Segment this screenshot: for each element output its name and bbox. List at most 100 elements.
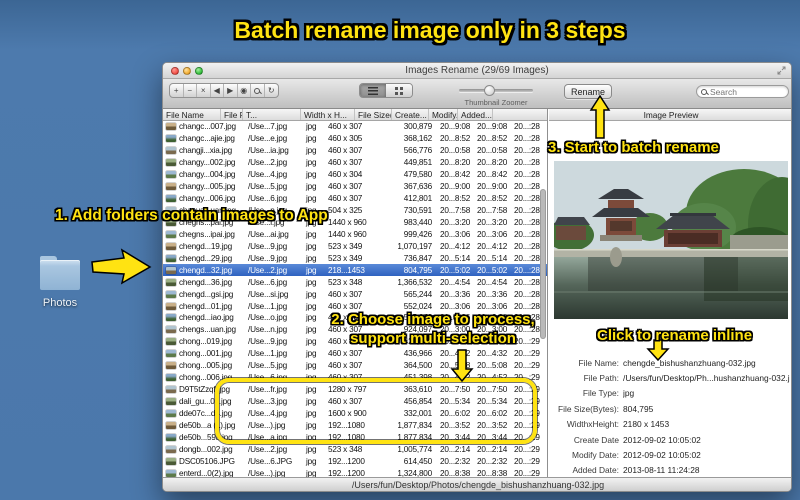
table-row[interactable]: DSC05106.JPG /Use...6.JPG jpg 192...1200…: [163, 455, 547, 468]
table-row[interactable]: chegns...ipai.jpg /Use...ai.jpg jpg 1440…: [163, 228, 547, 241]
window-title: Images Rename (29/69 Images): [405, 65, 549, 76]
detail-value[interactable]: /Users/fun/Desktop/Ph...hushanzhuang-032…: [623, 373, 790, 383]
file-thumbnail: [166, 457, 176, 465]
title-bar: Images Rename (29/69 Images): [163, 63, 791, 79]
table-header: File NameFile PathT...Width x H...File S…: [163, 109, 547, 121]
detail-row[interactable]: Create Date 2012-09-02 10:05:02: [553, 432, 790, 447]
file-thumbnail: [166, 386, 176, 394]
detail-value[interactable]: 2180 x 1453: [623, 419, 669, 429]
list-icon: [368, 86, 378, 95]
step2-annotation: 2. Choose image to process, support mult…: [331, 311, 535, 347]
detail-row[interactable]: Modify Date: 2012-09-02 10:05:02: [553, 447, 790, 462]
table-row[interactable]: chengd...36.jpg /Use...6.jpg jpg 523 x 3…: [163, 276, 547, 289]
next-button[interactable]: ▶: [224, 84, 238, 97]
add-button[interactable]: +: [170, 84, 184, 97]
table-row[interactable]: chong...005.jpg /Use...5.jpg jpg 460 x 3…: [163, 359, 547, 372]
table-row[interactable]: changc...007.jpg /Use...7.jpg jpg 460 x …: [163, 121, 547, 133]
search-icon: [701, 88, 707, 95]
detail-value[interactable]: chengde_bishushanzhuang-032.jpg: [623, 358, 756, 368]
photos-folder[interactable]: Photos: [40, 256, 80, 310]
detail-row[interactable]: WidthxHeight: 2180 x 1453: [553, 417, 790, 432]
detail-row[interactable]: File Type: jpg: [553, 386, 790, 401]
file-thumbnail: [166, 147, 176, 155]
file-thumbnail: [166, 362, 176, 370]
thumbnail-zoomer-label: Thumbnail Zoomer: [464, 98, 528, 107]
detail-value[interactable]: 2012-09-02 10:05:02: [623, 450, 701, 460]
file-thumbnail: [166, 398, 176, 406]
slider-knob[interactable]: [484, 85, 495, 96]
search-input[interactable]: [710, 86, 780, 97]
toolbar-button-group: + − × ◀ ▶ ◉ ↻: [169, 83, 279, 98]
rename-button[interactable]: Rename: [564, 84, 612, 99]
column-header[interactable]: T...: [243, 109, 301, 120]
file-thumbnail: [166, 183, 176, 191]
table-row[interactable]: chengd...29.jpg /Use...9.jpg jpg 523 x 3…: [163, 252, 547, 265]
fullscreen-icon[interactable]: [777, 66, 786, 75]
list-view-button[interactable]: [360, 84, 386, 97]
column-header[interactable]: File Path: [221, 109, 243, 120]
table-row[interactable]: changy...004.jpg /Use...4.jpg jpg 460 x …: [163, 168, 547, 181]
table-row[interactable]: chengd...gsi.jpg /Use...si.jpg jpg 460 x…: [163, 288, 547, 301]
search-field[interactable]: [696, 85, 789, 98]
preview-panel: Image Preview File Name: chengde_bishush…: [549, 109, 791, 479]
file-thumbnail: [166, 421, 176, 429]
delete-button[interactable]: ×: [197, 84, 211, 97]
thumbnail-zoomer-slider[interactable]: [459, 85, 533, 96]
detail-row[interactable]: File Size(Bytes): 804,795: [553, 401, 790, 416]
detail-label: File Size(Bytes):: [558, 403, 619, 414]
table-row[interactable]: changy...002.jpg /Use...2.jpg jpg 460 x …: [163, 156, 547, 169]
table-row[interactable]: changy...005.jpg /Use...5.jpg jpg 460 x …: [163, 180, 547, 193]
table-row[interactable]: changc...ajie.jpg /Use...e.jpg jpg 460 x…: [163, 132, 547, 145]
column-header[interactable]: File Size(B...: [355, 109, 392, 120]
file-thumbnail: [166, 123, 176, 131]
column-header[interactable]: Modify...: [429, 109, 458, 120]
file-thumbnail: [166, 278, 176, 286]
grid-view-button[interactable]: [386, 84, 412, 97]
file-thumbnail: [166, 314, 176, 322]
detail-value[interactable]: 2012-09-02 10:05:02: [623, 435, 701, 445]
column-header[interactable]: Width x H...: [301, 109, 355, 120]
folder-label: Photos: [42, 297, 78, 309]
file-thumbnail: [166, 433, 176, 441]
preview-photo: [554, 161, 788, 319]
file-thumbnail: [166, 135, 176, 143]
step1-annotation: 1. Add folders contain images to App: [55, 207, 328, 224]
file-thumbnail: [166, 290, 176, 298]
detail-row[interactable]: File Name: chengde_bishushanzhuang-032.j…: [553, 355, 790, 370]
detail-value[interactable]: jpg: [623, 388, 634, 398]
file-thumbnail: [166, 254, 176, 262]
preview-button[interactable]: ◉: [238, 84, 251, 97]
toolbar: + − × ◀ ▶ ◉ ↻ Thumbnail Zoomer Rename: [163, 79, 791, 109]
multi-selection-highlight: [215, 378, 537, 444]
table-row[interactable]: dongb...002.jpg /Use...2.jpg jpg 523 x 3…: [163, 443, 547, 456]
column-header[interactable]: Create...: [392, 109, 429, 120]
preview-header: Image Preview: [549, 109, 791, 121]
detail-label: Create Date: [573, 434, 619, 445]
file-thumbnail: [166, 374, 176, 382]
table-row[interactable]: chengd...19.jpg /Use...9.jpg jpg 523 x 3…: [163, 240, 547, 253]
file-thumbnail: [166, 171, 176, 179]
prev-button[interactable]: ◀: [211, 84, 224, 97]
search-button[interactable]: [251, 84, 265, 97]
detail-row[interactable]: File Path: /Users/fun/Desktop/Ph...husha…: [553, 370, 790, 385]
table-row[interactable]: changy...006.jpg /Use...6.jpg jpg 460 x …: [163, 192, 547, 205]
headline-annotation: Batch rename image only in 3 steps: [234, 17, 626, 43]
refresh-button[interactable]: ↻: [265, 84, 279, 97]
inline-annotation: Click to rename inline: [597, 327, 753, 344]
table-row[interactable]: chengd...32.jpg /Use...2.jpg jpg 218...1…: [163, 264, 547, 277]
column-header[interactable]: Added...: [458, 109, 493, 120]
detail-value[interactable]: 804,795: [623, 404, 653, 414]
detail-label: File Path:: [583, 373, 619, 384]
table-row[interactable]: changji...xia.jpg /Use...ia.jpg jpg 460 …: [163, 144, 547, 157]
detail-row[interactable]: Added Date: 2013-08-11 11:24:28: [553, 463, 790, 478]
detail-value[interactable]: 2013-08-11 11:24:28: [623, 465, 700, 475]
file-thumbnail: [166, 445, 176, 453]
desktop: Batch rename image only in 3 steps Photo…: [0, 0, 800, 500]
column-header[interactable]: File Name: [163, 109, 221, 120]
file-details: File Name: chengde_bishushanzhuang-032.j…: [553, 355, 790, 478]
remove-button[interactable]: −: [184, 84, 197, 97]
view-mode-segmented-control: [359, 83, 413, 98]
file-thumbnail: [166, 338, 176, 346]
file-thumbnail: [166, 230, 176, 238]
table-row[interactable]: chong...001.jpg /Use...1.jpg jpg 460 x 3…: [163, 347, 547, 360]
